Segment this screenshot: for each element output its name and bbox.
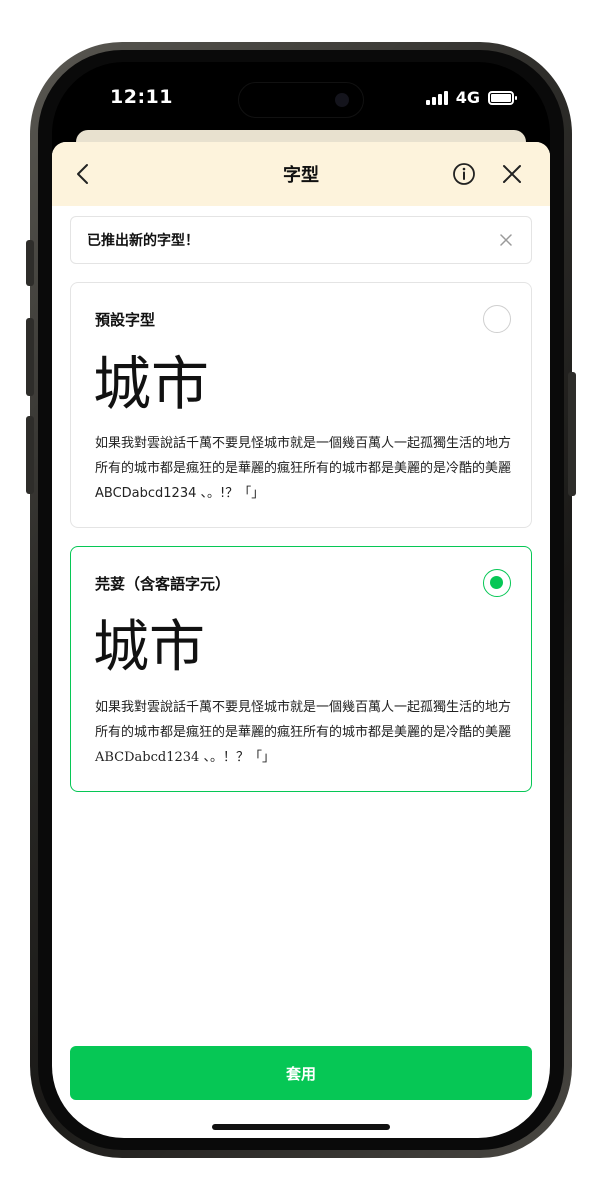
font-option-name: 芫荽（含客語字元） [95,575,231,593]
volume-up-button-hardware [26,318,34,396]
font-option-name: 預設字型 [95,311,156,329]
apply-button[interactable]: 套用 [70,1046,532,1100]
font-option-default[interactable]: 預設字型 城市 如果我對雲說話千萬不要見怪城市就是一個幾百萬人一起孤獨生活的地方… [70,282,532,528]
power-button-hardware [568,372,576,496]
font-option-radio[interactable] [483,305,511,333]
sheet-header: 字型 [52,142,550,206]
cellular-signal-icon [425,90,448,105]
font-preview-text: 如果我對雲說話千萬不要見怪城市就是一個幾百萬人一起孤獨生活的地方所有的城市都是瘋… [95,436,512,501]
font-preview-large: 城市 [93,615,205,680]
status-indicators: 4G [425,88,517,107]
close-button[interactable] [496,158,528,190]
phone-screen: 12:11 4G 字型 已推出新的字型！ 預設字型 城市 如果我對雲說話千萬不要… [52,62,550,1138]
status-bar: 12:11 4G [52,62,550,132]
font-option-yuanshui[interactable]: 芫荽（含客語字元） 城市 如果我對雲說話千萬不要見怪城市就是一個幾百萬人一起孤獨… [70,546,532,792]
status-time: 12:11 [110,86,173,108]
notice-text: 已推出新的字型！ [87,233,199,249]
network-type-label: 4G [455,88,480,107]
font-settings-sheet: 字型 已推出新的字型！ 預設字型 城市 如果我對雲說話千萬不要見怪城市就是一個幾… [52,142,550,1138]
info-button[interactable] [448,158,480,190]
notice-dismiss-button[interactable] [497,231,515,249]
page-title: 字型 [283,165,319,186]
battery-cap [515,95,517,100]
close-icon [503,165,521,183]
back-button[interactable] [66,158,98,190]
volume-down-button-hardware [26,416,34,494]
info-icon [453,163,475,185]
dynamic-island [238,82,364,118]
font-preview-large: 城市 [93,350,210,418]
home-indicator [212,1124,390,1130]
font-preview-text: 如果我對雲說話千萬不要見怪城市就是一個幾百萬人一起孤獨生活的地方所有的城市都是瘋… [95,700,512,765]
battery-icon [488,90,517,105]
font-option-radio[interactable] [483,569,511,597]
close-icon [500,234,512,246]
action-button-hardware [26,240,34,286]
front-camera-icon [335,93,349,107]
chevron-left-icon [77,164,88,184]
battery-level-fill [491,93,511,102]
new-fonts-notice: 已推出新的字型！ [70,216,532,264]
